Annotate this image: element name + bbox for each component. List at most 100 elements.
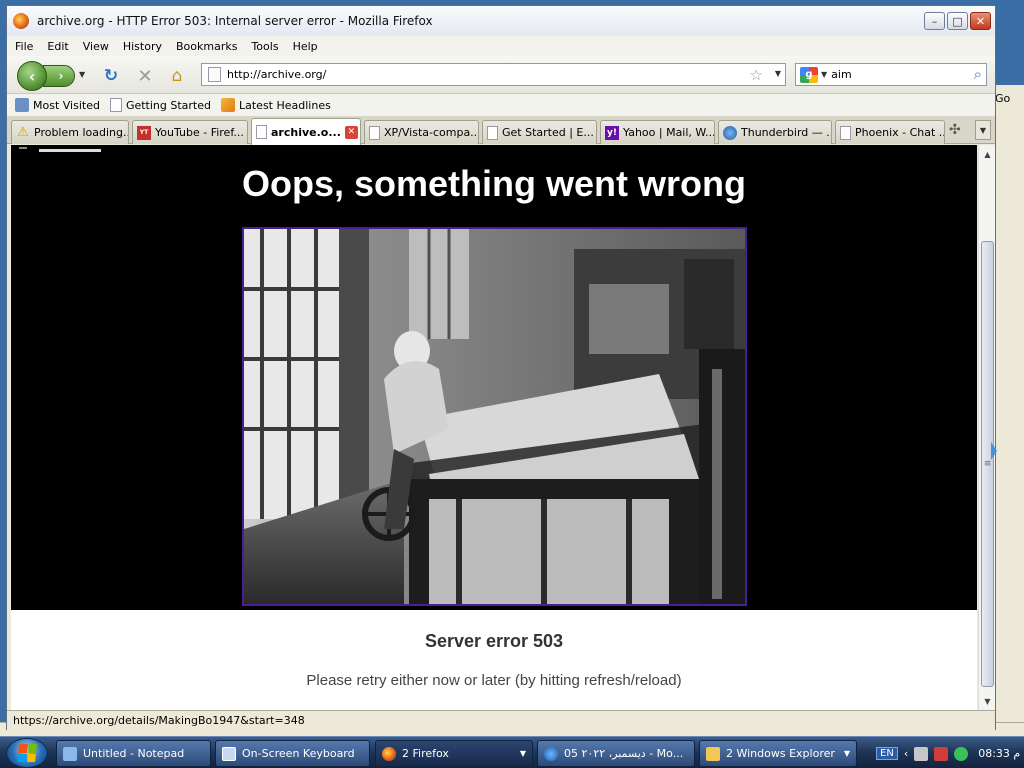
system-tray: EN ‹ 08:33 م [872,740,1024,767]
maximize-button[interactable]: □ [947,12,968,30]
back-button[interactable]: ‹ [17,61,47,91]
error-message: Please retry either now or later (by hit… [306,672,682,689]
error-title: Server error 503 [424,631,564,651]
search-input[interactable]: aim [831,68,986,81]
bookmark-label: Getting Started [125,98,211,112]
youtube-icon: YT [137,125,151,140]
taskbar-item-label: On-Screen Keyboard [242,747,355,760]
google-icon[interactable]: g [800,66,818,83]
tab-archive[interactable]: archive.o... ✕ [251,118,361,145]
tab-youtube[interactable]: YT YouTube - Firef... [132,120,248,144]
bookmark-latest-headlines[interactable]: Latest Headlines [221,98,331,112]
search-bar[interactable]: g ▼ aim ⌕ [795,63,987,86]
tray-app-icon[interactable] [914,746,929,761]
scrollbar-thumb[interactable]: ≡ [981,241,994,687]
menu-bookmarks[interactable]: Bookmarks [176,40,237,53]
taskbar-item-firefox[interactable]: 2 Firefox ▼ [375,740,533,767]
most-visited-icon [15,98,29,112]
url-text[interactable]: http://archive.org/ [227,68,326,81]
search-icon[interactable]: ⌕ [974,65,982,83]
bookmark-label: Most Visited [33,98,100,112]
firefox-icon [13,13,29,29]
page-favicon-icon [208,67,221,82]
title-bar[interactable]: archive.org - HTTP Error 503: Internal s… [7,6,995,36]
bookmarks-toolbar: Most Visited Getting Started Latest Head… [7,94,995,116]
taskbar-item-notepad[interactable]: Untitled - Notepad [56,740,211,767]
page-icon [840,125,851,140]
thunderbird-icon [723,125,737,140]
new-tab-icon[interactable]: ✣ [949,122,961,138]
error-video-still[interactable] [242,227,747,606]
tab-close-icon[interactable]: ✕ [344,125,358,139]
page-icon [487,125,498,140]
tab-label: archive.o... [271,125,341,139]
bookmark-star-icon[interactable]: ☆ [750,66,763,84]
minimize-button[interactable]: – [924,12,945,30]
group-dropdown-icon: ▼ [843,749,850,758]
taskbar-item-windows-explorer[interactable]: 2 Windows Explorer ▼ [699,740,857,767]
language-indicator[interactable]: EN [876,747,898,760]
tab-label: XP/Vista-compa... [384,126,479,139]
taskbar-item-label: Untitled - Notepad [83,747,185,760]
tab-label: YouTube - Firef... [155,126,244,139]
menu-help[interactable]: Help [293,40,318,53]
forward-button[interactable]: › [43,65,75,87]
clock[interactable]: 08:33 م [978,747,1020,760]
tab-xp-vista[interactable]: XP/Vista-compa... [364,120,479,144]
group-dropdown-icon: ▼ [519,749,526,758]
tab-get-started[interactable]: Get Started | E... [482,120,597,144]
yahoo-icon: y! [605,125,619,140]
page-content: Oops, something went wrong Server error … [11,145,977,710]
firefox-window: archive.org - HTTP Error 503: Internal s… [6,5,996,730]
firefox-icon [382,746,396,761]
ie-icon [544,746,558,761]
menu-tools[interactable]: Tools [251,40,278,53]
stop-icon[interactable]: ✕ [135,66,155,87]
keyboard-icon [222,746,236,761]
scroll-up-icon[interactable]: ▲ [979,147,996,161]
taskbar-item-browser-window[interactable]: 05 ديسمبر، ٢٠٢٢ - Mo... [537,740,695,767]
window-controls: – □ ✕ [924,12,991,30]
tray-security-icon[interactable] [934,746,949,761]
tab-thunderbird[interactable]: Thunderbird — ... [718,120,832,144]
notepad-icon [63,746,77,761]
vertical-scrollbar[interactable]: ▲ ≡ ▼ [978,145,995,710]
bookmark-most-visited[interactable]: Most Visited [15,98,100,112]
background-go-label[interactable]: Go [995,92,1010,105]
error-heading: Oops, something went wrong [242,163,746,204]
scroll-down-icon[interactable]: ▼ [979,694,996,708]
page-icon [109,98,122,112]
tray-expand-icon[interactable]: ‹ [904,747,908,760]
mouse-cursor-icon [991,442,997,460]
menu-edit[interactable]: Edit [47,40,68,53]
status-bar: https://archive.org/details/MakingBo1947… [7,710,995,730]
tab-problem-loading[interactable]: ⚠ Problem loading... [11,120,129,144]
tab-yahoo[interactable]: y! Yahoo | Mail, W... [600,120,715,144]
close-button[interactable]: ✕ [970,12,991,30]
taskbar-item-label: 2 Windows Explorer [726,747,835,760]
tray-network-icon[interactable] [954,746,969,761]
error-banner: Oops, something went wrong [11,145,977,610]
menu-view[interactable]: View [83,40,109,53]
tab-phoenix[interactable]: Phoenix - Chat ... [835,120,945,144]
bookmark-getting-started[interactable]: Getting Started [109,98,211,112]
tab-label: Thunderbird — ... [741,126,832,139]
url-bar[interactable]: http://archive.org/ ☆ ▼ [201,63,786,86]
start-button[interactable] [6,738,48,768]
home-icon[interactable]: ⌂ [167,66,187,86]
tab-label: Phoenix - Chat ... [855,126,945,139]
url-dropdown-icon[interactable]: ▼ [775,69,781,78]
menu-file[interactable]: File [15,40,33,53]
taskbar-item-onscreen-keyboard[interactable]: On-Screen Keyboard [215,740,370,767]
tab-list-dropdown-icon[interactable]: ▼ [975,120,991,140]
navigation-toolbar: › ‹ ▼ ↻ ✕ ⌂ http://archive.org/ ☆ ▼ g ▼ … [7,56,995,94]
menu-history[interactable]: History [123,40,162,53]
taskbar-item-label: 2 Firefox [402,747,449,760]
bookmark-label: Latest Headlines [239,98,331,112]
tab-label: Get Started | E... [502,126,594,139]
history-dropdown-icon[interactable]: ▼ [79,70,85,79]
reload-icon[interactable]: ↻ [101,66,121,86]
page-icon [369,125,380,140]
windows-logo-icon [17,744,37,762]
search-engine-dropdown-icon[interactable]: ▼ [821,70,827,79]
